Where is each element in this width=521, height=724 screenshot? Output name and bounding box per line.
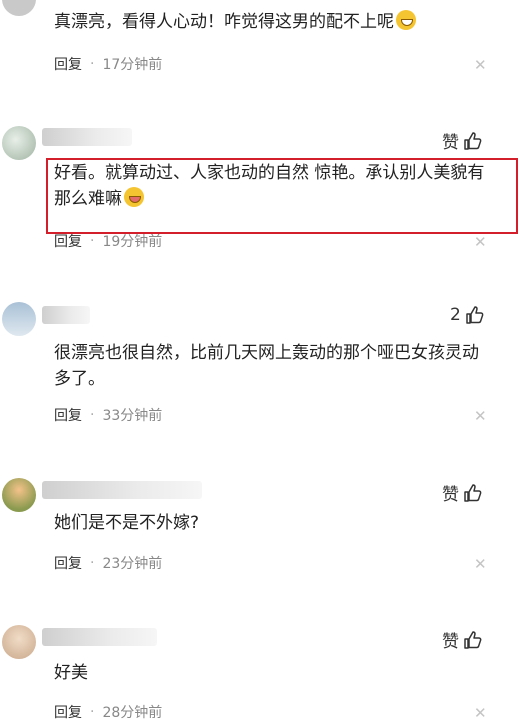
timestamp: 23分钟前 <box>102 556 163 572</box>
reply-button[interactable]: 回复 <box>54 231 82 251</box>
separator-dot: · <box>90 56 95 72</box>
avatar[interactable] <box>2 126 36 160</box>
comment-text-content: 很漂亮也很自然，比前几天网上轰动的那个哑巴女孩灵动多了。 <box>54 343 479 389</box>
reply-button[interactable]: 回复 <box>54 702 82 722</box>
timestamp: 17分钟前 <box>102 57 163 73</box>
thumbs-up-icon <box>466 306 484 324</box>
close-icon[interactable]: ✕ <box>474 704 487 722</box>
comment-text: 她们是不是不外嫁? <box>54 510 494 536</box>
close-icon[interactable]: ✕ <box>474 407 487 425</box>
like-button[interactable]: 2 <box>450 305 485 325</box>
close-icon[interactable]: ✕ <box>474 555 487 573</box>
comment-meta: 回复 · 33分钟前 <box>54 405 162 425</box>
like-button[interactable]: 赞 <box>442 480 483 505</box>
close-icon[interactable]: ✕ <box>474 233 487 251</box>
separator-dot: · <box>90 555 95 571</box>
reply-button[interactable]: 回复 <box>54 553 82 573</box>
avatar[interactable] <box>2 625 36 659</box>
like-button[interactable]: 赞 <box>442 128 483 153</box>
like-label: 赞 <box>442 485 459 505</box>
like-label: 赞 <box>442 632 459 652</box>
like-label: 赞 <box>442 133 459 153</box>
timestamp: 19分钟前 <box>102 234 163 250</box>
comment-meta: 回复 · 19分钟前 <box>54 231 162 251</box>
comment-text: 好美 <box>54 660 494 686</box>
thumbs-up-icon <box>464 630 482 649</box>
reply-button[interactable]: 回复 <box>54 405 82 425</box>
comment-meta: 回复 · 28分钟前 <box>54 702 162 722</box>
timestamp: 33分钟前 <box>102 408 163 424</box>
username-blurred[interactable] <box>42 481 202 499</box>
separator-dot: · <box>90 233 95 249</box>
comment-text-content: 真漂亮，看得人心动！咋觉得这男的配不上呢 <box>54 12 394 32</box>
separator-dot: · <box>90 407 95 423</box>
comment-item: 真漂亮，看得人心动！咋觉得这男的配不上呢 回复 · 17分钟前 ✕ <box>0 0 521 100</box>
grin-emoji-icon <box>396 10 416 30</box>
highlight-box <box>46 158 518 234</box>
comment-text-content: 好美 <box>54 663 88 683</box>
comment-meta: 回复 · 23分钟前 <box>54 553 162 573</box>
avatar[interactable] <box>2 478 36 512</box>
avatar[interactable] <box>2 0 36 16</box>
reply-button[interactable]: 回复 <box>54 54 82 74</box>
comment-meta: 回复 · 17分钟前 <box>54 54 162 74</box>
comment-text-content: 她们是不是不外嫁? <box>54 513 200 533</box>
timestamp: 28分钟前 <box>102 705 163 721</box>
comment-text: 真漂亮，看得人心动！咋觉得这男的配不上呢 <box>54 9 494 35</box>
separator-dot: · <box>90 704 95 720</box>
close-icon[interactable]: ✕ <box>474 56 487 74</box>
username-blurred[interactable] <box>42 128 132 146</box>
thumbs-up-icon <box>464 131 482 150</box>
like-count: 2 <box>450 305 461 325</box>
username-blurred[interactable] <box>42 628 157 646</box>
like-button[interactable]: 赞 <box>442 627 483 652</box>
username-blurred[interactable] <box>42 306 90 324</box>
thumbs-up-icon <box>464 483 482 502</box>
avatar[interactable] <box>2 302 36 336</box>
comment-text: 很漂亮也很自然，比前几天网上轰动的那个哑巴女孩灵动多了。 <box>54 340 494 392</box>
